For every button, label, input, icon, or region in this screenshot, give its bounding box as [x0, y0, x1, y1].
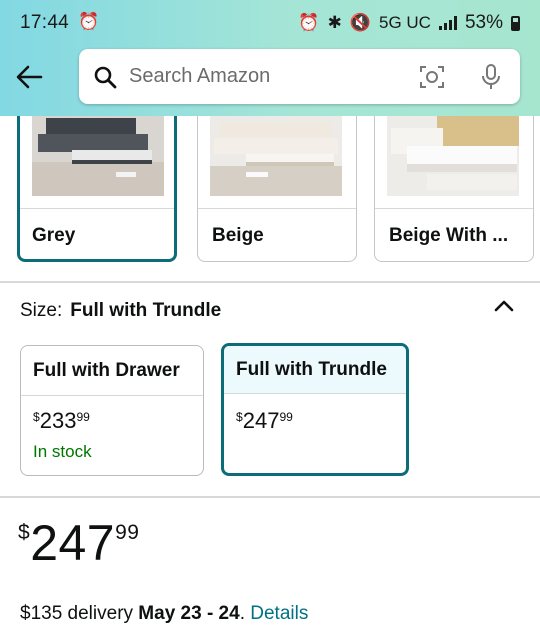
- size-option-full-with-trundle[interactable]: Full with Trundle $24799: [221, 343, 409, 476]
- section-divider: [0, 496, 540, 498]
- product-image-grey: [32, 116, 164, 196]
- delivery-separator: .: [239, 603, 251, 624]
- delivery-info: $135 delivery May 23 - 24. Details: [20, 603, 308, 625]
- delivery-details-link[interactable]: Details: [250, 603, 308, 624]
- main-price-currency: $: [18, 521, 31, 544]
- size-option-price: $23399: [33, 408, 90, 434]
- main-price-fraction: 99: [115, 521, 140, 544]
- price-currency: $: [236, 409, 243, 424]
- price-whole: 247: [242, 408, 280, 433]
- price-whole: 233: [39, 408, 77, 433]
- battery-icon: [511, 15, 520, 31]
- network-label: 5G UC: [379, 13, 431, 32]
- microphone-icon[interactable]: [479, 63, 503, 96]
- size-option-price: $24799: [236, 408, 293, 434]
- price-fraction: 99: [279, 409, 293, 424]
- swatch-label: Beige: [198, 208, 356, 260]
- alarm-clock-icon: ⏰: [78, 12, 100, 31]
- search-icon: [93, 65, 117, 94]
- size-option-full-with-drawer[interactable]: Full with Drawer $23399 In stock: [20, 345, 204, 476]
- price-fraction: 99: [76, 409, 90, 424]
- product-image-beige-with: [387, 116, 519, 196]
- alarm-icon: ⏰: [298, 13, 320, 32]
- bluetooth-icon: ✱: [327, 13, 342, 32]
- search-input[interactable]: Search Amazon: [129, 65, 270, 88]
- color-swatch-beige[interactable]: Beige: [197, 116, 357, 262]
- status-time: 17:44: [20, 12, 70, 33]
- swatch-label: Beige With ...: [375, 208, 533, 260]
- stock-status: In stock: [33, 442, 92, 461]
- main-price-whole: 247: [30, 515, 116, 571]
- mute-icon: 🔇: [349, 13, 371, 32]
- camera-search-icon[interactable]: [418, 63, 446, 96]
- header: 17:44 ⏰ ⏰ ✱ 🔇 5G UC 53% Search Amazon: [0, 0, 540, 116]
- main-price: $24799: [18, 518, 139, 568]
- size-option-name: Full with Drawer: [21, 346, 203, 396]
- chevron-up-icon[interactable]: [493, 296, 515, 321]
- signal-icon: [438, 16, 457, 30]
- price-currency: $: [33, 409, 40, 424]
- section-divider: [0, 281, 540, 283]
- battery-percent: 53%: [464, 12, 503, 33]
- size-option-name: Full with Trundle: [224, 346, 406, 394]
- delivery-prefix: $135 delivery: [20, 603, 139, 624]
- status-bar: 17:44 ⏰ ⏰ ✱ 🔇 5G UC 53%: [0, 0, 540, 44]
- product-image-beige: [210, 116, 342, 196]
- size-label: Size:: [20, 300, 63, 321]
- search-bar[interactable]: Search Amazon: [79, 49, 520, 104]
- swatch-label: Grey: [20, 208, 174, 259]
- color-swatch-grey[interactable]: Grey: [17, 116, 177, 262]
- delivery-date: May 23 - 24: [138, 603, 240, 624]
- color-swatch-beige-with[interactable]: Beige With ...: [374, 116, 534, 262]
- size-value: Full with Trundle: [70, 300, 222, 321]
- size-header: Size: Full with Trundle: [20, 300, 221, 322]
- back-arrow-icon[interactable]: [14, 62, 44, 92]
- status-right: ⏰ ✱ 🔇 5G UC 53%: [298, 12, 520, 34]
